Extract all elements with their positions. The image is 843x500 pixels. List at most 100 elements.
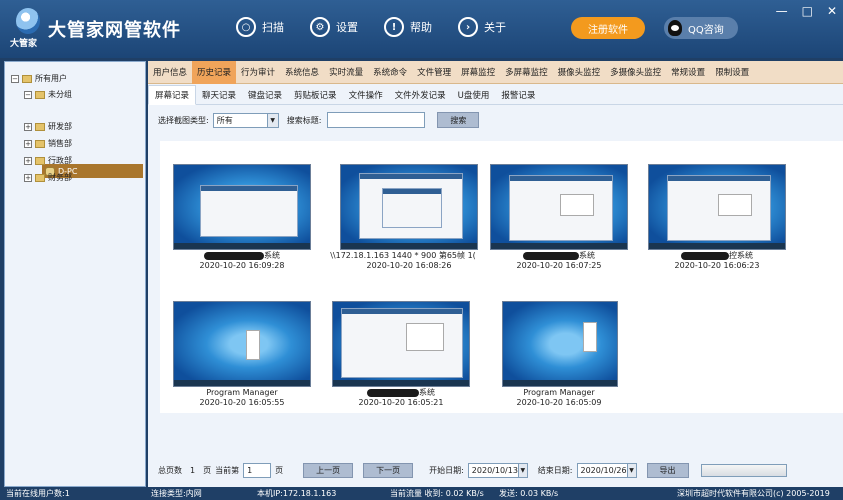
- about-button[interactable]: › 关于: [458, 17, 506, 37]
- secondary-tab-4[interactable]: 文件操作: [343, 85, 389, 105]
- search-title-input[interactable]: [327, 112, 426, 128]
- status-bar: 当前在线用户数:1 连接类型:内网 本机IP:172.18.1.163 当前流量…: [0, 487, 843, 500]
- qq-consult-label: QQ咨询: [688, 24, 724, 36]
- tree-label-all-users: 所有用户: [35, 74, 67, 83]
- scan-icon: ○: [236, 17, 256, 37]
- primary-tab-11[interactable]: 常规设置: [666, 61, 710, 84]
- prev-page-button[interactable]: 上一页: [303, 463, 354, 478]
- secondary-tab-0[interactable]: 屏幕记录: [148, 84, 197, 105]
- expand-icon[interactable]: +: [24, 139, 32, 148]
- secondary-tab-6[interactable]: U盘使用: [452, 85, 496, 105]
- user-tree-panel: − 所有用户 − 未分组 D-PC + 研发部 + 销售部 + 行政部 + 财务…: [4, 61, 146, 487]
- secondary-tab-3[interactable]: 剪贴板记录: [288, 85, 343, 105]
- connection-type-status: 连接类型:内网: [151, 489, 202, 498]
- end-date-value: 2020/10/26: [580, 466, 627, 475]
- current-page-label: 当前第: [215, 466, 240, 475]
- tree-label-dept: 销售部: [48, 139, 72, 148]
- end-date-picker[interactable]: 2020/10/26 ▼: [576, 463, 637, 478]
- scan-button[interactable]: ○ 扫描: [236, 17, 284, 37]
- collapse-icon[interactable]: −: [11, 74, 19, 83]
- screenshot-thumbnail[interactable]: 系统 2020-10-20 16:09:28: [173, 164, 311, 270]
- screenshot-title: Program Manager: [523, 388, 595, 397]
- screenshot-thumbnail[interactable]: Program Manager 2020-10-20 16:05:09: [490, 301, 628, 407]
- expand-icon[interactable]: +: [24, 122, 32, 131]
- folder-icon: [35, 173, 45, 182]
- tree-label-dept: 研发部: [48, 122, 72, 131]
- tree-node-dept-sales[interactable]: + 销售部: [24, 138, 72, 149]
- collapse-icon[interactable]: −: [24, 90, 32, 99]
- secondary-tab-1[interactable]: 聊天记录: [196, 85, 242, 105]
- expand-icon[interactable]: +: [24, 173, 32, 182]
- primary-tab-6[interactable]: 文件管理: [412, 61, 456, 84]
- next-page-button[interactable]: 下一页: [363, 463, 414, 478]
- secondary-tab-5[interactable]: 文件外发记录: [389, 85, 452, 105]
- app-title: 大管家网管软件: [48, 20, 181, 41]
- primary-tab-5[interactable]: 系统命令: [368, 61, 412, 84]
- screenshot-thumbnail[interactable]: 系统 2020-10-20 16:05:21: [332, 301, 470, 407]
- folder-icon: [35, 139, 45, 148]
- dropdown-arrow-icon[interactable]: ▼: [626, 464, 636, 477]
- settings-label: 设置: [336, 21, 358, 34]
- local-ip-status: 本机IP:172.18.1.163: [257, 489, 337, 498]
- gear-icon: ⚙: [310, 17, 330, 37]
- primary-tab-8[interactable]: 多屏幕监控: [500, 61, 553, 84]
- screenshot-image: [173, 164, 311, 250]
- primary-tab-9[interactable]: 摄像头监控: [553, 61, 606, 84]
- start-date-picker[interactable]: 2020/10/13 ▼: [467, 463, 528, 478]
- screenshot-thumbnail[interactable]: 控系统 2020-10-20 16:06:23: [648, 164, 786, 270]
- tree-node-all-users[interactable]: − 所有用户: [11, 73, 67, 84]
- help-icon: !: [384, 17, 404, 37]
- current-page-input[interactable]: 1: [243, 463, 272, 478]
- screenshot-thumbnail[interactable]: \\172.18.1.163 1440 * 900 第65帧 1( 2020-1…: [327, 164, 479, 270]
- screenshot-time: 2020-10-20 16:08:26: [366, 261, 452, 270]
- screenshot-image: [648, 164, 786, 250]
- primary-tab-4[interactable]: 实时流量: [324, 61, 368, 84]
- search-button[interactable]: 搜索: [437, 112, 480, 128]
- page-unit: 页: [275, 466, 284, 475]
- tree-label-dept: 财务部: [48, 173, 72, 182]
- screenshot-type-select[interactable]: 所有 ▼: [212, 112, 279, 128]
- top-nav: ○ 扫描 ⚙ 设置 ! 帮助 › 关于: [236, 17, 506, 37]
- screenshot-title: 系统: [332, 388, 470, 398]
- tree-node-dept-finance[interactable]: + 财务部: [24, 172, 72, 183]
- primary-tab-12[interactable]: 限制设置: [710, 61, 754, 84]
- minimize-button[interactable]: —: [776, 4, 788, 18]
- primary-tab-bar: 用户信息 历史记录 行为审计 系统信息 实时流量 系统命令 文件管理 屏幕监控 多屏幕监控 摄像头…: [148, 60, 843, 84]
- screenshot-title: 控系统: [648, 251, 786, 261]
- dropdown-arrow-icon[interactable]: ▼: [517, 464, 527, 477]
- screenshot-image: [490, 164, 628, 250]
- screenshot-time: 2020-10-20 16:06:23: [674, 261, 760, 270]
- screenshot-type-value: 所有: [216, 115, 233, 125]
- screenshot-thumbnail[interactable]: 系统 2020-10-20 16:07:25: [490, 164, 628, 270]
- register-button[interactable]: 注册软件: [571, 17, 645, 39]
- secondary-tab-bar: 屏幕记录 聊天记录 键盘记录 剪贴板记录 文件操作 文件外发记录 U盘使用 报警记录: [148, 84, 843, 105]
- about-icon: ›: [458, 17, 478, 37]
- maximize-button[interactable]: □: [802, 4, 813, 18]
- folder-icon: [35, 156, 45, 165]
- secondary-tab-7[interactable]: 报警记录: [495, 85, 541, 105]
- primary-tab-3[interactable]: 系统信息: [280, 61, 324, 84]
- secondary-tab-2[interactable]: 键盘记录: [242, 85, 288, 105]
- logo-icon: [16, 8, 40, 34]
- tree-node-dept-admin[interactable]: + 行政部: [24, 155, 72, 166]
- tree-label-ungrouped: 未分组: [48, 90, 72, 99]
- screenshot-title: Program Manager: [206, 388, 278, 397]
- app-logo: 大管家: [8, 6, 48, 50]
- tree-node-dept-rd[interactable]: + 研发部: [24, 121, 72, 132]
- tree-node-ungrouped[interactable]: − 未分组: [24, 89, 72, 100]
- export-button[interactable]: 导出: [646, 463, 689, 478]
- window-controls: — □ ✕: [776, 4, 837, 18]
- screenshot-thumbnail[interactable]: Program Manager 2020-10-20 16:05:55: [173, 301, 311, 407]
- primary-tab-10[interactable]: 多摄像头监控: [605, 61, 666, 84]
- primary-tab-0[interactable]: 用户信息: [148, 61, 192, 84]
- primary-tab-1[interactable]: 历史记录: [192, 60, 237, 84]
- close-button[interactable]: ✕: [827, 4, 837, 18]
- qq-consult-button[interactable]: QQ咨询: [664, 17, 738, 39]
- settings-button[interactable]: ⚙ 设置: [310, 17, 358, 37]
- primary-tab-7[interactable]: 屏幕监控: [456, 61, 500, 84]
- dropdown-arrow-icon[interactable]: ▼: [266, 113, 278, 127]
- expand-icon[interactable]: +: [24, 156, 32, 165]
- qq-penguin-icon: [668, 20, 682, 36]
- help-button[interactable]: ! 帮助: [384, 17, 432, 37]
- primary-tab-2[interactable]: 行为审计: [236, 61, 280, 84]
